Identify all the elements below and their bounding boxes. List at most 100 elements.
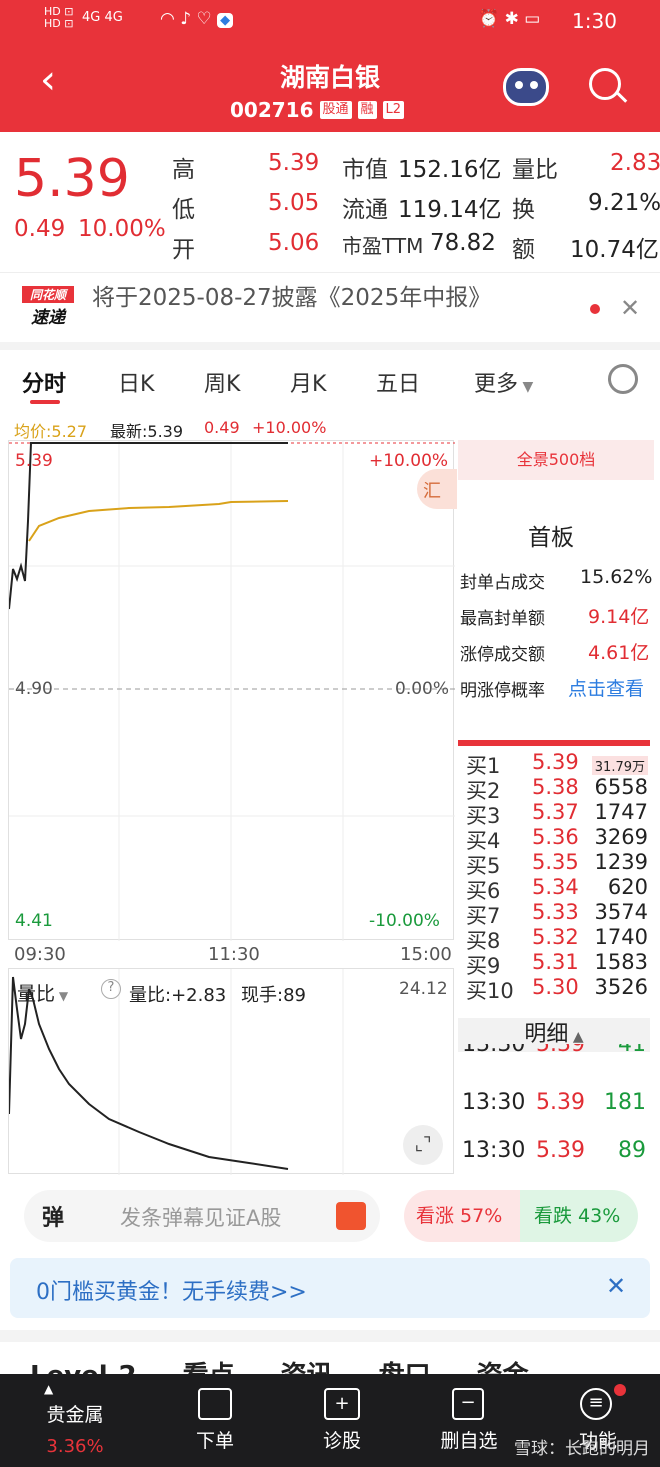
robot-assistant-icon[interactable] bbox=[503, 68, 549, 106]
bid-volume: 1740 bbox=[594, 925, 648, 949]
bid-price: 5.34 bbox=[532, 875, 579, 899]
subtab[interactable]: 资讯 bbox=[281, 1356, 333, 1376]
bearish-button[interactable]: 看跌 43% bbox=[520, 1190, 638, 1242]
time-label-mid: 11:30 bbox=[208, 944, 260, 965]
probability-link[interactable]: 点击查看 bbox=[568, 674, 644, 701]
latest-price-label: 最新:5.39 bbox=[110, 422, 184, 441]
bid-row[interactable]: 买8 5.32 1740 bbox=[466, 925, 654, 953]
tab-weekly-k[interactable]: 周K bbox=[204, 366, 240, 398]
bid-price: 5.36 bbox=[532, 825, 579, 849]
quote-label-volratio: 量比 bbox=[512, 157, 558, 183]
volume-ratio-chart[interactable]: 量比 ▼ ? 量比:+2.83 现手:89 24.12 ⌞⌝ bbox=[8, 968, 454, 1175]
bid-price: 5.32 bbox=[532, 925, 579, 949]
volume-ratio-svg bbox=[8, 969, 344, 1175]
danmaku-input[interactable]: 发条弹幕见证A股 bbox=[120, 1202, 281, 1232]
subtab[interactable]: Level-2 bbox=[30, 1356, 137, 1376]
clock: 1:30 bbox=[572, 9, 617, 33]
trade-volume: 89 bbox=[618, 1138, 646, 1163]
remove-watchlist-icon: − bbox=[452, 1388, 484, 1420]
bid-row[interactable]: 买6 5.34 620 bbox=[466, 875, 654, 903]
quote-label-low: 低 bbox=[172, 197, 195, 223]
bid-volume: 1747 bbox=[594, 800, 648, 824]
nav-diagnose[interactable]: 诊股 bbox=[316, 1426, 368, 1453]
bid-row[interactable]: 买4 5.36 3269 bbox=[466, 825, 654, 853]
vol-max-label: 24.12 bbox=[399, 979, 448, 999]
tag-connect: 股通 bbox=[319, 101, 352, 119]
bid-price: 5.37 bbox=[532, 800, 579, 824]
vol-selector[interactable]: 量比 ▼ bbox=[17, 979, 68, 1006]
bid-row[interactable]: 买3 5.37 1747 bbox=[466, 800, 654, 828]
tab-five-day[interactable]: 五日 bbox=[376, 366, 420, 398]
tag-margin: 融 bbox=[357, 101, 377, 119]
bid-row[interactable]: 买1 5.39 31.79万 bbox=[466, 750, 654, 778]
time-label-end: 15:00 bbox=[400, 944, 452, 965]
intraday-chart[interactable]: 5.39 4.90 4.41 +10.00% 0.00% -10.00% 汇 bbox=[8, 440, 457, 941]
trade-price: 5.39 bbox=[536, 1090, 585, 1115]
banner-close-icon[interactable]: ✕ bbox=[606, 1272, 626, 1300]
fullscreen-icon[interactable]: ⌞⌝ bbox=[403, 1125, 443, 1165]
float-tab[interactable]: 汇 bbox=[417, 469, 457, 509]
y-label-mid: 4.90 bbox=[15, 679, 53, 699]
signal-status: 4G 4G bbox=[82, 10, 123, 25]
settings-icon[interactable] bbox=[608, 364, 638, 394]
quote-label-float: 流通 bbox=[342, 197, 388, 223]
bullish-button[interactable]: 看涨 57% bbox=[404, 1190, 520, 1242]
notice-text[interactable]: 将于2025-08-27披露《2025年中报》 bbox=[92, 278, 491, 312]
subtab-row: Level-2 看点 资讯 盘口 资金 bbox=[30, 1356, 660, 1376]
stat-value-2: 9.14亿 bbox=[588, 606, 650, 628]
trade-detail-row: 13:30 5.39 181 bbox=[462, 1090, 650, 1120]
subtab[interactable]: 看点 bbox=[183, 1356, 235, 1376]
bid-volume: 3269 bbox=[594, 825, 648, 849]
stat-label-1: 封单占成交 bbox=[460, 573, 545, 593]
stat-label-3: 涨停成交额 bbox=[460, 645, 545, 665]
nav-precious-metals-change: 3.36% bbox=[46, 1436, 104, 1457]
bid-volume: 6558 bbox=[594, 775, 648, 799]
bid-row[interactable]: 买7 5.33 3574 bbox=[466, 900, 654, 928]
stat-label-2: 最高封单额 bbox=[460, 609, 545, 629]
tab-intraday[interactable]: 分时 bbox=[22, 366, 66, 398]
danmaku-icon[interactable]: 弹 bbox=[42, 1200, 64, 1232]
vol-ratio-value: 量比:+2.83 bbox=[129, 985, 227, 1006]
tab-more[interactable]: 更多 ▼ bbox=[474, 366, 533, 398]
trade-time: 13:30 bbox=[462, 1138, 526, 1163]
pct-label-bot: -10.00% bbox=[369, 911, 440, 931]
gold-banner[interactable]: 0门槛买黄金！无手续费>> ✕ bbox=[10, 1258, 650, 1318]
price-change: 0.49 bbox=[14, 216, 66, 242]
gift-icon[interactable] bbox=[336, 1202, 366, 1230]
notice-dot bbox=[590, 304, 600, 314]
trade-detail-row: 13:30 5.39 41 bbox=[462, 1044, 650, 1066]
tag-level2: L2 bbox=[382, 101, 405, 119]
tonghuashun-logo: 同花顺 速递 bbox=[22, 286, 74, 332]
bid-row[interactable]: 买5 5.35 1239 bbox=[466, 850, 654, 878]
quote-value-mktcap: 152.16亿 bbox=[398, 157, 502, 183]
bid-volume: 1239 bbox=[594, 850, 648, 874]
tab-monthly-k[interactable]: 月K bbox=[290, 366, 326, 398]
bid-row[interactable]: 买9 5.31 1583 bbox=[466, 950, 654, 978]
bid-row[interactable]: 买2 5.38 6558 bbox=[466, 775, 654, 803]
quote-label-turnover: 换 bbox=[512, 197, 535, 223]
stock-code-row: 002716 股通 融 L2 bbox=[230, 98, 405, 122]
close-icon[interactable]: ✕ bbox=[620, 294, 640, 322]
caret-up-icon: ▲ bbox=[44, 1382, 54, 1396]
quote-value-high: 5.39 bbox=[268, 150, 320, 176]
nav-precious-metals[interactable]: 贵金属 bbox=[40, 1400, 110, 1427]
tab-daily-k[interactable]: 日K bbox=[118, 366, 154, 398]
subtab[interactable]: 资金 bbox=[477, 1356, 529, 1376]
quote-label-pe: 市盈TTM bbox=[342, 234, 424, 258]
stat-label-4: 明涨停概率 bbox=[460, 681, 545, 701]
bid-row[interactable]: 买10 5.30 3526 bbox=[466, 975, 654, 1003]
help-icon[interactable]: ? bbox=[101, 979, 121, 999]
subtab[interactable]: 盘口 bbox=[379, 1356, 431, 1376]
bid-volume: 31.79万 bbox=[591, 756, 648, 775]
trade-price: 5.39 bbox=[536, 1138, 585, 1163]
bid-volume: 620 bbox=[607, 875, 648, 899]
nav-order[interactable]: 下单 bbox=[190, 1426, 240, 1453]
search-icon[interactable] bbox=[589, 68, 621, 100]
trade-price: 5.39 bbox=[536, 1044, 585, 1057]
bid-volume: 1583 bbox=[594, 950, 648, 974]
panorama-button[interactable]: 全景500档 bbox=[458, 440, 654, 480]
quote-label-high: 高 bbox=[172, 157, 195, 183]
tab-indicator bbox=[30, 400, 60, 404]
stat-value-1: 15.62% bbox=[580, 566, 653, 588]
bid-price: 5.31 bbox=[532, 950, 579, 974]
